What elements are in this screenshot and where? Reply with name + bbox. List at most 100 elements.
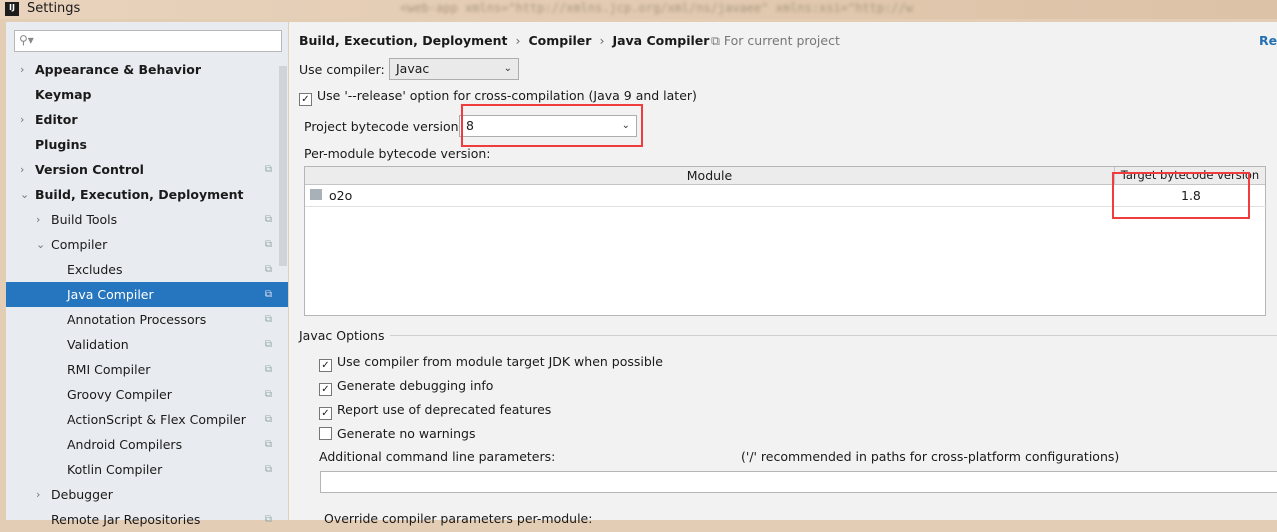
project-bytecode-label: Project bytecode version: [304, 119, 459, 134]
window-title: Settings: [27, 1, 81, 16]
javac-option-checkbox[interactable]: ✓ Report use of deprecated features: [319, 402, 551, 420]
scope-label: For current project: [723, 33, 840, 48]
sidebar-item-label: Appearance & Behavior: [35, 62, 201, 77]
sidebar-scrollbar[interactable]: [279, 66, 287, 266]
chevron-down-icon: ⌄: [503, 63, 512, 74]
javac-option-label: Report use of deprecated features: [337, 402, 552, 417]
copy-icon: ⧉: [264, 289, 272, 300]
sidebar-item[interactable]: Annotation Processors ⧉: [6, 307, 288, 332]
highlight-box: [461, 104, 643, 147]
additional-params-hint: ('/' recommended in paths for cross-plat…: [741, 449, 1120, 464]
use-compiler-value: Javac: [396, 61, 430, 76]
sidebar-item[interactable]: Groovy Compiler ⧉: [6, 382, 288, 407]
title-bar: IJ Settings <web-app xmlns="http://xmlns…: [0, 0, 1277, 19]
override-label: Override compiler parameters per-module:: [324, 511, 593, 526]
sidebar-item-label: Version Control: [35, 162, 144, 177]
module-name: o2o: [329, 188, 353, 203]
chevron-right-icon: ›: [20, 113, 25, 126]
use-compiler-select[interactable]: Javac ⌄: [389, 58, 519, 80]
copy-icon: ⧉: [264, 364, 272, 375]
sidebar-item[interactable]: Android Compilers ⧉: [6, 432, 288, 457]
sidebar-item-label: ActionScript & Flex Compiler: [67, 412, 246, 427]
sidebar-item[interactable]: Plugins: [6, 132, 288, 157]
copy-icon: ⧉: [264, 389, 272, 400]
checkbox-checked-icon: ✓: [319, 407, 332, 420]
breadcrumb-item: Compiler: [528, 33, 592, 48]
sidebar-item-label: Build, Execution, Deployment: [35, 187, 244, 202]
javac-options-title: Javac Options: [299, 328, 391, 343]
main-panel: Build, Execution, Deployment › Compiler › Ja…: [289, 22, 1277, 526]
copy-icon: ⧉: [711, 33, 724, 48]
javac-options-group: [299, 335, 1277, 336]
search-input[interactable]: ⚲▾: [14, 30, 282, 52]
javac-option-checkbox[interactable]: Generate no warnings: [319, 426, 475, 441]
sidebar-item[interactable]: › Build Tools ⧉: [6, 207, 288, 232]
sidebar-item-label: Editor: [35, 112, 78, 127]
sidebar-item-label: Java Compiler: [67, 287, 154, 302]
copy-icon: ⧉: [264, 339, 272, 350]
sidebar-item-label: Excludes: [67, 262, 123, 277]
javac-option-label: Use compiler from module target JDK when…: [337, 354, 663, 369]
javac-option-checkbox[interactable]: ✓ Use compiler from module target JDK whe…: [319, 354, 663, 372]
breadcrumb: Build, Execution, Deployment › Compiler › Ja…: [299, 33, 710, 48]
javac-option-label: Generate debugging info: [337, 378, 494, 393]
checkbox-checked-icon: ✓: [299, 93, 312, 106]
column-header-module[interactable]: Module: [305, 167, 1115, 185]
app-logo: IJ: [5, 2, 19, 16]
sidebar-item[interactable]: ActionScript & Flex Compiler ⧉: [6, 407, 288, 432]
sidebar-item[interactable]: › Appearance & Behavior: [6, 57, 288, 82]
sidebar-item[interactable]: Validation ⧉: [6, 332, 288, 357]
copy-icon: ⧉: [264, 164, 272, 175]
use-compiler-label: Use compiler:: [299, 62, 385, 77]
module-folder-icon: [310, 189, 322, 200]
release-option-label: Use '--release' option for cross-compila…: [317, 88, 697, 103]
copy-icon: ⧉: [264, 264, 272, 275]
copy-icon: ⧉: [264, 464, 272, 475]
sidebar-item-label: Groovy Compiler: [67, 387, 172, 402]
sidebar-item-label: Validation: [67, 337, 129, 352]
breadcrumb-item: Build, Execution, Deployment: [299, 33, 508, 48]
chevron-right-icon: ›: [20, 63, 25, 76]
chevron-right-icon: ›: [20, 163, 25, 176]
copy-icon: ⧉: [264, 314, 272, 325]
copy-icon: ⧉: [264, 439, 272, 450]
chevron-right-icon: ›: [36, 488, 41, 501]
additional-params-input[interactable]: [320, 471, 1277, 493]
sidebar-item-label: Debugger: [51, 487, 113, 502]
sidebar-item-label: Android Compilers: [67, 437, 183, 452]
javac-option-label: Generate no warnings: [337, 426, 476, 441]
sidebar-item[interactable]: Keymap: [6, 82, 288, 107]
checkbox-checked-icon: ✓: [319, 359, 332, 372]
checkbox-checked-icon: ✓: [319, 383, 332, 396]
sidebar-item-label: Compiler: [51, 237, 108, 252]
sidebar-item-label: RMI Compiler: [67, 362, 151, 377]
sidebar-item-label: Keymap: [35, 87, 92, 102]
background-window-text: <web-app xmlns="http://xmlns.jcp.org/xml…: [400, 1, 913, 15]
chevron-right-icon: ›: [36, 213, 41, 226]
additional-params-label: Additional command line parameters:: [319, 449, 556, 464]
chevron-down-icon: ⌄: [36, 238, 46, 251]
copy-icon: ⧉: [264, 214, 272, 225]
sidebar-item[interactable]: Kotlin Compiler ⧉: [6, 457, 288, 482]
sidebar-item[interactable]: › Editor: [6, 107, 288, 132]
search-icon: ⚲▾: [19, 33, 34, 47]
sidebar-item[interactable]: › Debugger: [6, 482, 288, 507]
checkbox-unchecked-icon: [319, 427, 332, 440]
sidebar-item[interactable]: › Version Control ⧉: [6, 157, 288, 182]
copy-icon: ⧉: [264, 414, 272, 425]
sidebar-item[interactable]: Java Compiler ⧉: [6, 282, 288, 307]
sidebar-item[interactable]: Excludes ⧉: [6, 257, 288, 282]
per-module-label: Per-module bytecode version:: [304, 146, 491, 161]
javac-option-checkbox[interactable]: ✓ Generate debugging info: [319, 378, 493, 396]
sidebar-item-label: Build Tools: [51, 212, 118, 227]
breadcrumb-item: Java Compiler: [612, 33, 710, 48]
copy-icon: ⧉: [264, 239, 272, 250]
reset-link[interactable]: Reset: [1259, 33, 1277, 48]
sidebar-item[interactable]: RMI Compiler ⧉: [6, 357, 288, 382]
sidebar-item[interactable]: ⌄ Compiler ⧉: [6, 232, 288, 257]
sidebar-item-label: Annotation Processors: [67, 312, 207, 327]
sidebar-item-label: Plugins: [35, 137, 87, 152]
sidebar-item[interactable]: ⌄ Build, Execution, Deployment: [6, 182, 288, 207]
highlight-box: [1112, 172, 1250, 219]
sidebar-item-label: Kotlin Compiler: [67, 462, 163, 477]
